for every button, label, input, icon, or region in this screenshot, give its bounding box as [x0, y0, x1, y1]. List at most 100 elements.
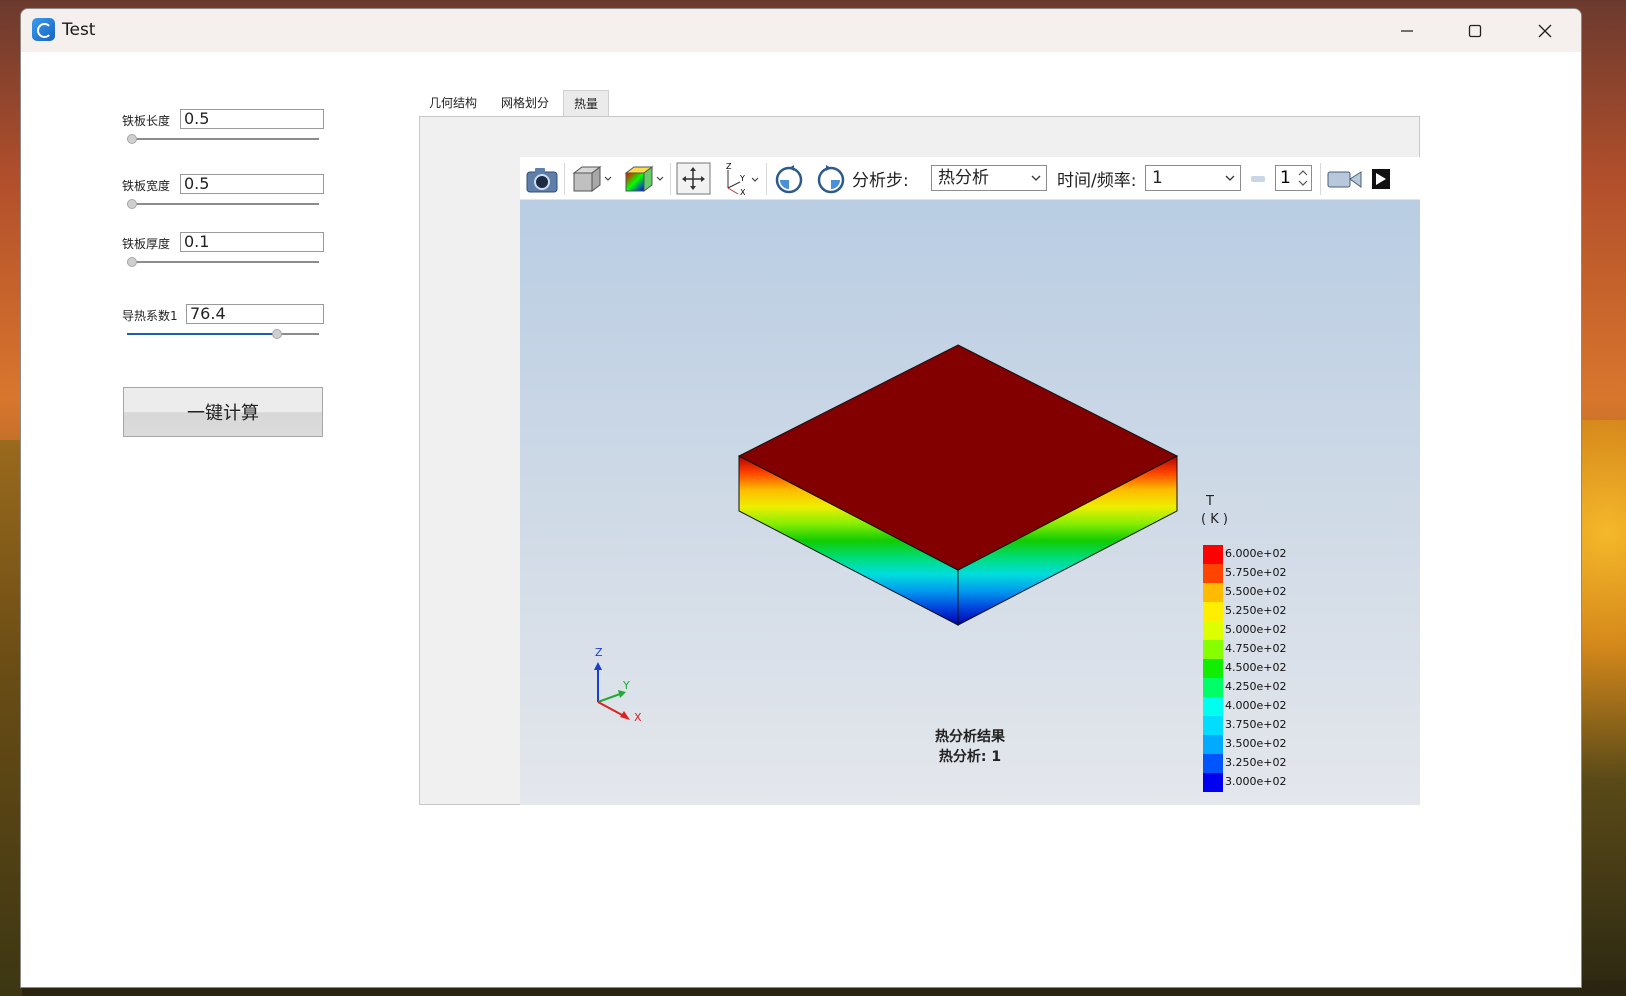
- result-caption-step: 热分析: 1: [938, 749, 1002, 765]
- legend-unit: ( K ): [1201, 512, 1228, 527]
- legend-swatch: [1203, 735, 1223, 754]
- pan-icon: [676, 162, 711, 194]
- legend-swatch: [1203, 716, 1223, 735]
- thickness-slider[interactable]: [127, 257, 319, 267]
- step-label: 分析步:: [852, 171, 909, 191]
- width-slider[interactable]: [127, 199, 319, 209]
- legend-swatch: [1203, 697, 1223, 716]
- legend-swatch: [1203, 640, 1223, 659]
- plate-model: [594, 344, 1179, 720]
- legend-title: T: [1206, 494, 1214, 509]
- analysis-step-select[interactable]: 热分析: [931, 165, 1047, 191]
- title-bar: Test: [21, 9, 1581, 52]
- length-slider[interactable]: [127, 134, 319, 144]
- app-window: Test 铁板长度 0.5 铁板宽度 0.5 铁板厚度 0.1 导热系数1 76…: [20, 8, 1582, 988]
- legend-label: 5.000e+02: [1225, 623, 1287, 636]
- legend-label: 3.000e+02: [1225, 775, 1287, 788]
- legend-label: 6.000e+02: [1225, 547, 1287, 560]
- rotate-cw-icon: [775, 164, 803, 193]
- 3d-scene[interactable]: Z Y X T ( K ) 6.000e+02 5.750e+02 5.500e+0…: [520, 200, 1420, 805]
- record-video-button[interactable]: [1326, 157, 1364, 200]
- analysis-step-value: 热分析: [938, 168, 989, 188]
- result-caption-title: 热分析结果: [935, 729, 1005, 745]
- camera-button[interactable]: [524, 157, 560, 200]
- slider-fill: [127, 333, 277, 335]
- slider-track: [127, 138, 319, 140]
- legend-label: 5.500e+02: [1225, 585, 1287, 598]
- play-button[interactable]: [1372, 157, 1390, 200]
- legend-label: 4.500e+02: [1225, 661, 1287, 674]
- rotate-ccw-icon: [817, 164, 845, 193]
- slider-thumb[interactable]: [127, 199, 137, 209]
- legend-swatch: [1203, 545, 1223, 564]
- legend-swatch: [1203, 621, 1223, 640]
- minimize-icon: [1401, 29, 1413, 32]
- axis-x-label: X: [634, 711, 642, 724]
- color-cube-button[interactable]: [622, 157, 666, 200]
- frame-spinbox[interactable]: 1: [1275, 165, 1312, 191]
- maximize-icon: [1468, 24, 1482, 37]
- svg-text:Y: Y: [739, 174, 745, 183]
- play-icon: [1372, 168, 1390, 189]
- slider-thumb[interactable]: [127, 134, 137, 144]
- slider-thumb[interactable]: [127, 257, 137, 267]
- rotate-cw-button[interactable]: [772, 157, 806, 200]
- length-input[interactable]: 0.5: [180, 109, 324, 129]
- viewer-toolbar: ZYX 分析步: 热分析 时间/频率: 1 1: [520, 157, 1420, 200]
- legend-label: 4.000e+02: [1225, 699, 1287, 712]
- param-label-conductivity: 导热系数1: [122, 309, 178, 323]
- legend-swatch: [1203, 659, 1223, 678]
- close-icon: [1538, 24, 1552, 37]
- spin-arrows-icon: [1298, 170, 1308, 186]
- tab-heat[interactable]: 热量: [563, 90, 610, 116]
- frame-slider-handle[interactable]: [1249, 157, 1267, 200]
- video-icon: [1327, 170, 1362, 188]
- legend-swatch: [1203, 754, 1223, 773]
- svg-text:X: X: [740, 188, 746, 196]
- view-cube-button[interactable]: [570, 157, 614, 200]
- slider-track: [127, 261, 319, 263]
- legend-swatch: [1203, 773, 1223, 792]
- time-frequency-select[interactable]: 1: [1145, 165, 1241, 191]
- legend-swatch: [1203, 602, 1223, 621]
- tab-mesh[interactable]: 网格划分: [491, 90, 559, 116]
- legend-label: 4.250e+02: [1225, 680, 1287, 693]
- legend-swatch: [1203, 583, 1223, 602]
- svg-text:Z: Z: [726, 162, 732, 171]
- window-title: Test: [62, 20, 96, 40]
- desktop-wallpaper-left: [0, 440, 22, 996]
- param-label-width: 铁板宽度: [122, 179, 171, 193]
- axes-button[interactable]: ZYX: [720, 157, 762, 200]
- calculate-button[interactable]: 一键计算: [123, 387, 323, 437]
- tab-geometry[interactable]: 几何结构: [419, 90, 487, 116]
- chevron-down-icon: [1225, 175, 1235, 181]
- axes-icon: ZYX: [726, 162, 759, 196]
- conductivity-input[interactable]: 76.4: [186, 304, 324, 324]
- rotate-ccw-button[interactable]: [814, 157, 848, 200]
- slider-thumb[interactable]: [272, 329, 282, 339]
- width-input[interactable]: 0.5: [180, 174, 324, 194]
- color-cube-icon: [624, 165, 664, 192]
- thickness-input[interactable]: 0.1: [180, 232, 324, 252]
- legend-label: 5.750e+02: [1225, 566, 1287, 579]
- slider-handle-icon: [1251, 175, 1265, 182]
- legend-swatch: [1203, 678, 1223, 697]
- minimize-button[interactable]: [1373, 9, 1441, 52]
- app-icon: [32, 18, 55, 41]
- frame-value: 1: [1280, 168, 1291, 188]
- slider-track: [127, 203, 319, 205]
- legend-label: 3.250e+02: [1225, 756, 1287, 769]
- legend-label: 3.750e+02: [1225, 718, 1287, 731]
- chevron-down-icon: [1031, 175, 1041, 181]
- param-label-length: 铁板长度: [122, 114, 171, 128]
- camera-icon: [526, 167, 558, 192]
- legend-label: 5.250e+02: [1225, 604, 1287, 617]
- maximize-button[interactable]: [1441, 9, 1509, 52]
- close-button[interactable]: [1511, 9, 1579, 52]
- conductivity-slider[interactable]: [127, 329, 319, 339]
- pan-button[interactable]: [676, 157, 712, 200]
- axis-z-label: Z: [595, 646, 603, 659]
- legend-label: 4.750e+02: [1225, 642, 1287, 655]
- legend-label: 3.500e+02: [1225, 737, 1287, 750]
- axis-y-label: Y: [623, 679, 630, 692]
